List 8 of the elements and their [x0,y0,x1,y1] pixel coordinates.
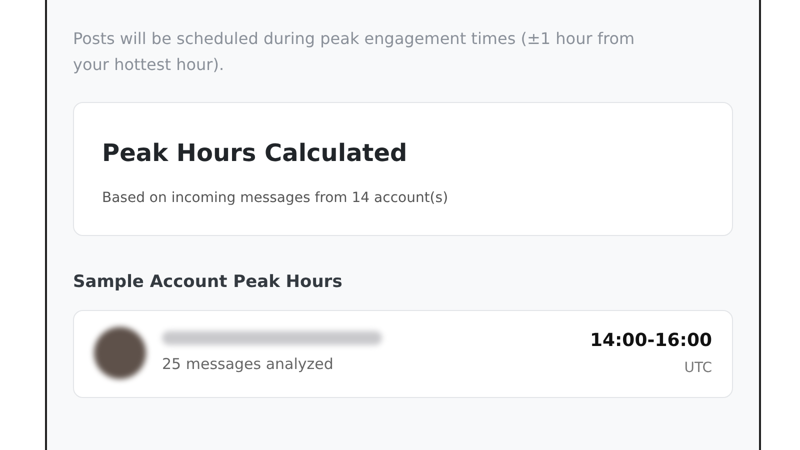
section-heading: Sample Account Peak Hours [73,272,344,292]
info-text: Posts will be scheduled during peak engagement times (±1 hour from your hottest hour). [73,28,636,76]
summary-subtitle: Based on incoming messages from 14 account(s) [102,188,450,208]
timezone-label: UTC [684,359,712,378]
summary-title: Peak Hours Calculated [102,139,408,168]
message-count: 25 messages analyzed [162,354,334,375]
peak-hours: 14:00-16:00 [590,329,712,354]
avatar-placeholder [94,327,146,380]
